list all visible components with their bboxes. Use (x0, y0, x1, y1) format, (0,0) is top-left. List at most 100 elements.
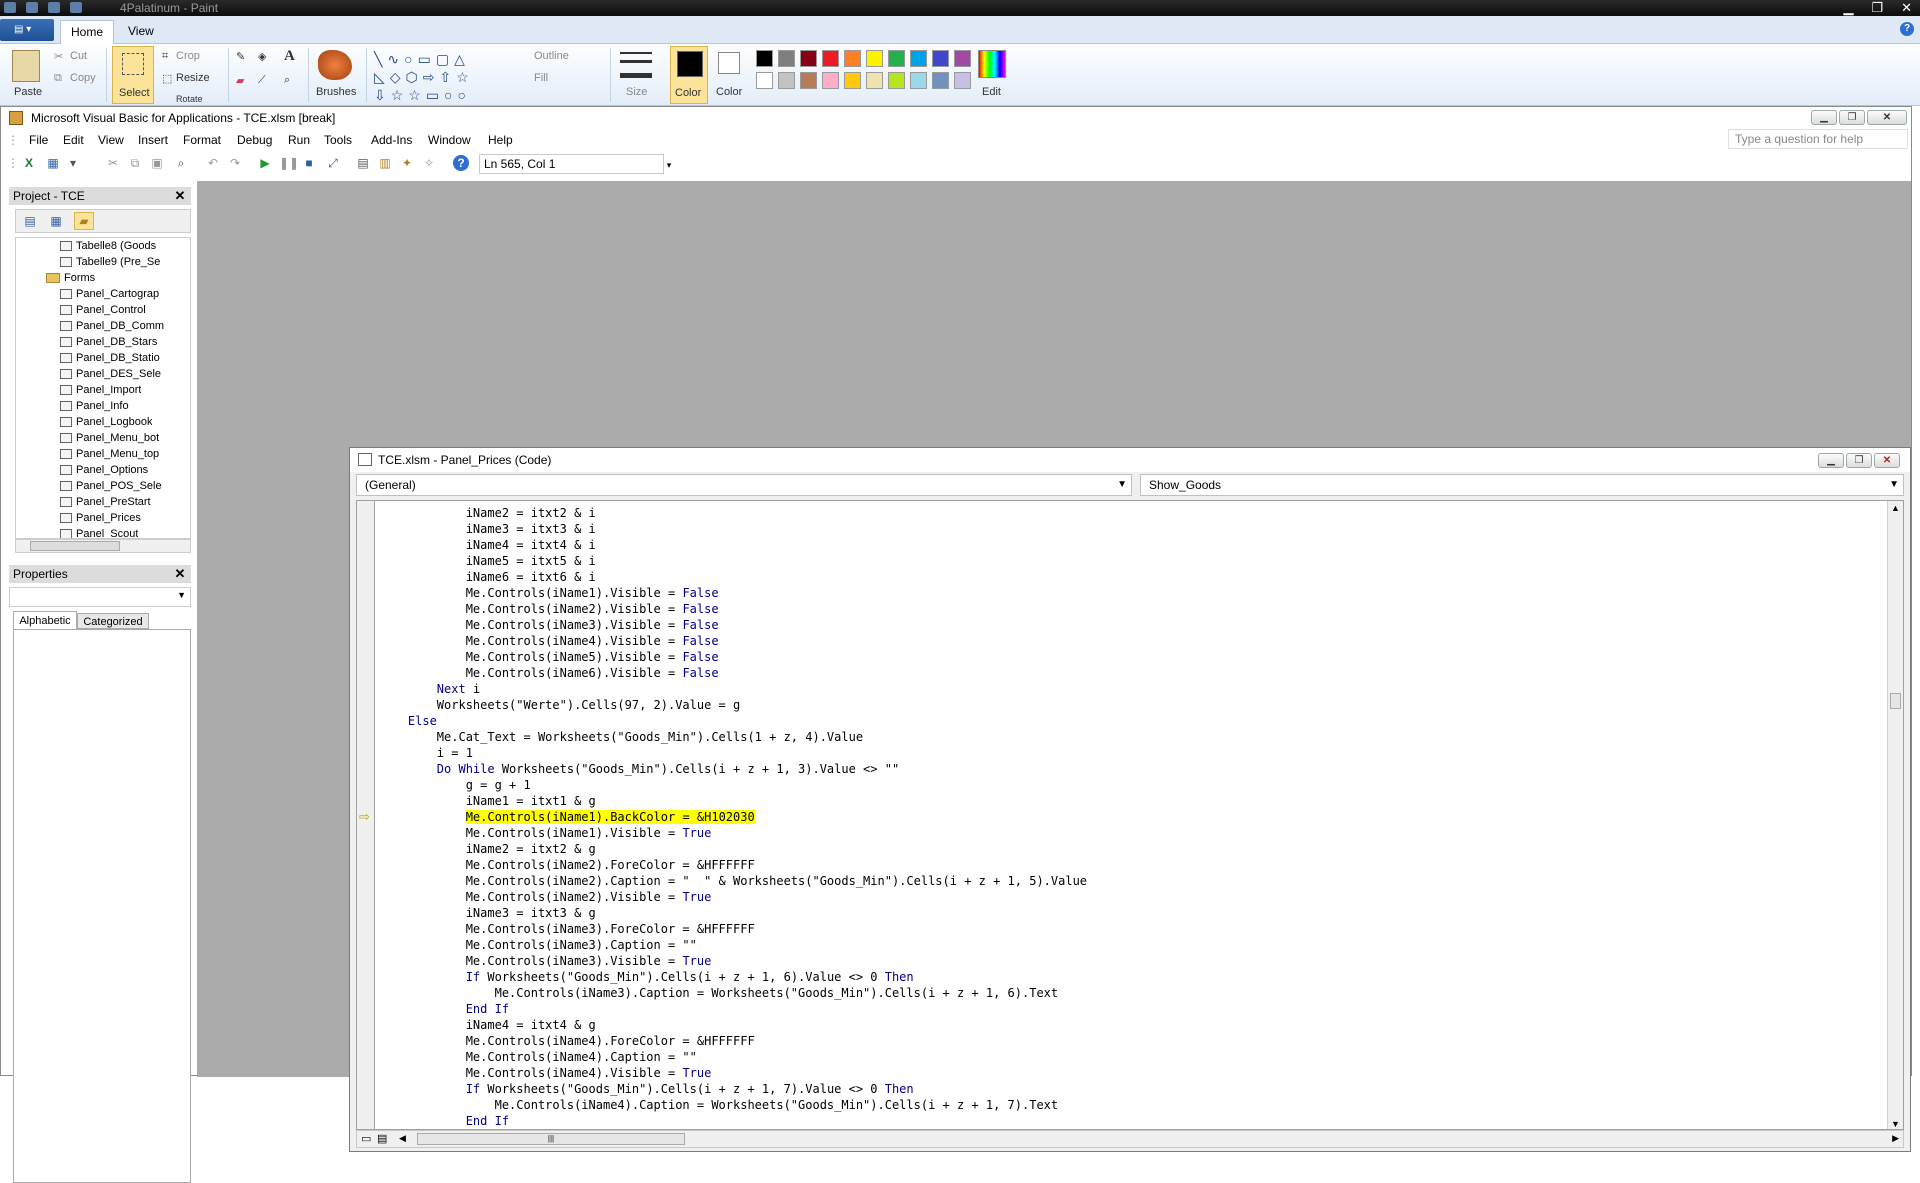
code-line[interactable]: iName5 = itxt5 & i (379, 553, 596, 569)
palette-swatch[interactable] (888, 72, 905, 89)
paste-icon[interactable]: ▣ (149, 155, 165, 171)
code-line[interactable]: Me.Controls(iName4).Visible = False (379, 633, 719, 649)
code-line[interactable]: i = 1 (379, 745, 473, 761)
code-line[interactable]: Me.Controls(iName2).Visible = False (379, 601, 719, 617)
color1-button[interactable]: Color (670, 46, 708, 104)
menu-debug[interactable]: Debug (237, 133, 272, 147)
code-line[interactable]: iName2 = itxt2 & g (379, 841, 596, 857)
tree-folder-forms[interactable]: Forms (46, 272, 95, 284)
palette-swatch[interactable] (954, 72, 971, 89)
palette-swatch[interactable] (910, 50, 927, 67)
break-icon[interactable]: ❚❚ (279, 155, 299, 171)
code-line[interactable]: Me.Controls(iName6).Visible = False (379, 665, 719, 681)
text-tool-icon[interactable]: A (284, 48, 295, 65)
tree-item[interactable]: Panel_Logbook (60, 416, 152, 428)
toggle-folders-icon[interactable]: ▰ (74, 212, 94, 230)
code-line[interactable]: Me.Controls(iName3).Visible = True (379, 953, 712, 969)
tree-item[interactable]: Tabelle8 (Goods (60, 240, 156, 252)
maximize-button[interactable]: ❐ (1871, 0, 1883, 16)
code-vscroll[interactable]: ▲ ▼ (1887, 501, 1903, 1129)
palette-swatch[interactable] (756, 50, 773, 67)
palette-swatch[interactable] (910, 72, 927, 89)
code-line[interactable]: Me.Controls(iName2).Visible = True (379, 889, 712, 905)
paste-icon[interactable] (12, 50, 40, 82)
code-line[interactable]: Me.Controls(iName3).Caption = "" (379, 937, 697, 953)
palette-swatch[interactable] (954, 50, 971, 67)
vba-restore-button[interactable]: ❐ (1839, 110, 1865, 125)
menu-format[interactable]: Format (183, 133, 221, 147)
code-margin[interactable]: ⇨ (357, 501, 375, 1129)
brushes-button[interactable]: Brushes (316, 86, 356, 98)
scroll-down-icon[interactable]: ▼ (1891, 1119, 1900, 1129)
tab-home[interactable]: Home (60, 20, 115, 44)
full-module-view-icon[interactable]: ▤ (377, 1132, 387, 1145)
save-icon[interactable] (26, 2, 38, 13)
help-question-input[interactable]: Type a question for help (1728, 129, 1908, 149)
palette-swatch[interactable] (778, 72, 795, 89)
tree-item[interactable]: Panel_DES_Sele (60, 368, 161, 380)
code-line[interactable]: Me.Controls(iName3).ForeColor = &HFFFFFF (379, 921, 755, 937)
design-mode-icon[interactable]: ⤢ (325, 155, 341, 171)
code-line[interactable]: Me.Cat_Text = Worksheets("Goods_Min").Ce… (379, 729, 863, 745)
palette-swatch[interactable] (932, 72, 949, 89)
code-line[interactable]: iName6 = itxt6 & i (379, 569, 596, 585)
code-editor[interactable]: ⇨ iName2 = itxt2 & i iName3 = itxt3 & i … (356, 500, 1904, 1130)
procedure-view-icon[interactable]: ▭ (361, 1132, 371, 1145)
procedure-combo[interactable]: Show_Goods ▼ (1140, 474, 1904, 496)
code-line[interactable]: If Worksheets("Goods_Min").Cells(i + z +… (379, 969, 914, 985)
tree-item[interactable]: Panel_Info (60, 400, 129, 412)
paste-button[interactable]: Paste (14, 86, 42, 98)
code-line[interactable]: iName2 = itxt2 & i (379, 505, 596, 521)
menu-view[interactable]: View (98, 133, 124, 147)
palette-swatch[interactable] (866, 50, 883, 67)
current-execution-line[interactable]: Me.Controls(iName1).BackColor = &H102030 (379, 809, 755, 825)
help-icon[interactable]: ? (453, 155, 469, 171)
code-line[interactable]: Next i (379, 681, 480, 697)
edit-colors-button[interactable]: Edit (982, 86, 1001, 98)
copy-button[interactable]: Copy (70, 72, 96, 84)
properties-object-combo[interactable]: ▼ (9, 587, 191, 607)
outline-button[interactable]: Outline (534, 50, 569, 62)
menu-run[interactable]: Run (288, 133, 310, 147)
code-line[interactable]: iName4 = itxt4 & g (379, 1017, 596, 1033)
vscroll-thumb[interactable] (1890, 693, 1901, 709)
tab-categorized[interactable]: Categorized (77, 613, 149, 629)
redo-icon[interactable]: ↷ (227, 155, 243, 171)
find-icon[interactable]: ⌕ (173, 155, 189, 171)
cut-icon[interactable]: ✂ (105, 155, 121, 171)
tree-item[interactable]: Panel_Menu_top (60, 448, 159, 460)
code-line[interactable]: Me.Controls(iName4).Caption = "" (379, 1049, 697, 1065)
tree-item[interactable]: Panel_Control (60, 304, 146, 316)
view-object-icon[interactable]: ▦ (48, 213, 64, 229)
tree-item[interactable]: Panel_POS_Sele (60, 480, 162, 492)
run-icon[interactable]: ▶ (257, 155, 273, 171)
menu-add-ins[interactable]: Add-Ins (371, 133, 412, 147)
code-line[interactable]: Me.Controls(iName4).ForeColor = &HFFFFFF (379, 1033, 755, 1049)
tree-item[interactable]: Panel_Import (60, 384, 141, 396)
undo-icon[interactable] (48, 2, 60, 13)
code-line[interactable]: If Worksheets("Goods_Min").Cells(i + z +… (379, 1081, 914, 1097)
copy-icon[interactable]: ⧉ (127, 155, 143, 171)
tab-alphabetic[interactable]: Alphabetic (13, 611, 77, 629)
tree-item[interactable]: Panel_Menu_bot (60, 432, 159, 444)
code-line[interactable]: End If (379, 1001, 509, 1017)
code-line[interactable]: End If (379, 1113, 509, 1129)
color2-button[interactable]: Color (716, 86, 742, 98)
code-line[interactable]: iName4 = itxt4 & i (379, 537, 596, 553)
tree-item[interactable]: Panel_Cartograp (60, 288, 159, 300)
magnifier-icon[interactable]: ⌕ (284, 74, 290, 87)
hscroll-thumb[interactable]: ||| (417, 1133, 685, 1145)
project-hscroll[interactable] (15, 539, 191, 553)
code-line[interactable]: Me.Controls(iName2).Caption = " " & Work… (379, 873, 1087, 889)
properties-grid[interactable] (13, 629, 191, 1183)
code-line[interactable]: iName1 = itxt1 & g (379, 793, 596, 809)
palette-swatch[interactable] (844, 50, 861, 67)
insert-userform-icon[interactable]: ▦ (45, 155, 61, 171)
close-button[interactable]: ✕ (1901, 0, 1912, 16)
color2-swatch[interactable] (718, 52, 740, 74)
eraser-icon[interactable]: ▰ (236, 74, 244, 87)
palette-swatch[interactable] (866, 72, 883, 89)
scroll-right-icon[interactable]: ▶ (1892, 1133, 1899, 1144)
menu-tools[interactable]: Tools (324, 133, 352, 147)
code-line[interactable]: Me.Controls(iName4).Caption = Worksheets… (379, 1097, 1059, 1113)
